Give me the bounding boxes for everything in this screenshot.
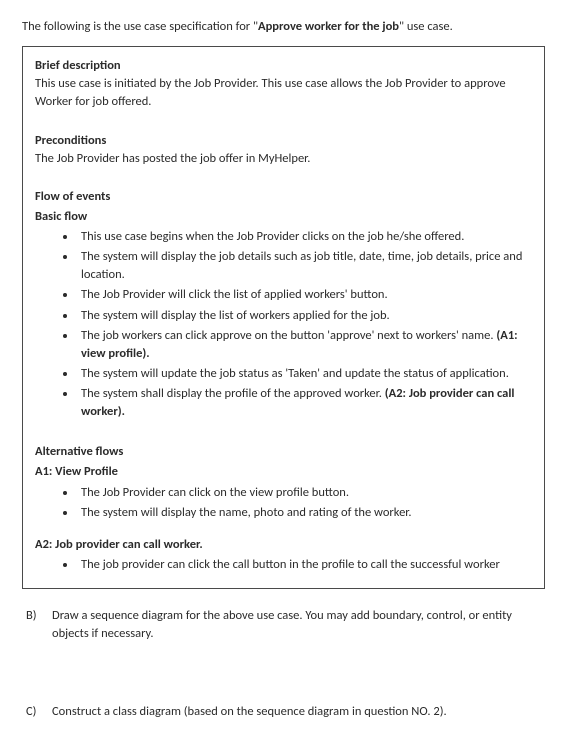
list-item: The Job Provider will click the list of … bbox=[77, 286, 532, 304]
list-item-text: The system will display the list of work… bbox=[81, 308, 390, 323]
brief-heading: Brief description bbox=[35, 57, 532, 75]
list-item: The job workers can click approve on the… bbox=[77, 327, 532, 363]
question-b-marker: B) bbox=[26, 607, 44, 643]
list-item: The Job Provider can click on the view p… bbox=[77, 484, 532, 502]
list-item-text: This use case begins when the Job Provid… bbox=[81, 229, 464, 244]
question-b-text: Draw a sequence diagram for the above us… bbox=[52, 607, 545, 643]
list-item: The system will display the list of work… bbox=[77, 307, 532, 325]
list-item: The system will display the job details … bbox=[77, 248, 532, 284]
intro-prefix: The following is the use case specificat… bbox=[22, 19, 258, 34]
list-item-text: The job workers can click approve on the… bbox=[81, 328, 496, 343]
brief-text: This use case is initiated by the Job Pr… bbox=[35, 75, 532, 111]
list-item-text: The Job Provider will click the list of … bbox=[81, 287, 388, 302]
intro-bold-title: Approve worker for the job bbox=[258, 19, 399, 34]
flow-heading: Flow of events bbox=[35, 188, 532, 206]
a2-heading: A2: Job provider can call worker. bbox=[35, 536, 532, 554]
preconditions-text: The Job Provider has posted the job offe… bbox=[35, 150, 532, 168]
intro-suffix: " use case. bbox=[399, 19, 453, 34]
question-c-marker: C) bbox=[26, 703, 44, 721]
list-item-text: The system will display the name, photo … bbox=[81, 505, 412, 520]
list-item: The system will display the name, photo … bbox=[77, 504, 532, 522]
list-item: The system shall display the profile of … bbox=[77, 385, 532, 421]
a1-heading: A1: View Profile bbox=[35, 463, 532, 481]
basic-flow-heading: Basic flow bbox=[35, 208, 532, 226]
question-c: C) Construct a class diagram (based on t… bbox=[22, 703, 545, 721]
a2-list: The job provider can click the call butt… bbox=[35, 556, 532, 574]
preconditions-heading: Preconditions bbox=[35, 132, 532, 150]
question-b: B) Draw a sequence diagram for the above… bbox=[22, 607, 545, 643]
list-item-text: The Job Provider can click on the view p… bbox=[81, 485, 349, 500]
list-item-text: The job provider can click the call butt… bbox=[81, 557, 500, 572]
a1-list: The Job Provider can click on the view p… bbox=[35, 484, 532, 522]
list-item: This use case begins when the Job Provid… bbox=[77, 228, 532, 246]
list-item-text: The system will display the job details … bbox=[81, 249, 522, 282]
alt-heading: Alternative flows bbox=[35, 443, 532, 461]
basic-flow-list: This use case begins when the Job Provid… bbox=[35, 228, 532, 421]
list-item-text: The system shall display the profile of … bbox=[81, 386, 385, 401]
list-item: The job provider can click the call butt… bbox=[77, 556, 532, 574]
list-item: The system will update the job status as… bbox=[77, 365, 532, 383]
intro-paragraph: The following is the use case specificat… bbox=[22, 18, 545, 36]
question-c-text: Construct a class diagram (based on the … bbox=[52, 703, 545, 721]
list-item-text: The system will update the job status as… bbox=[81, 366, 509, 381]
spec-box: Brief description This use case is initi… bbox=[22, 46, 545, 589]
